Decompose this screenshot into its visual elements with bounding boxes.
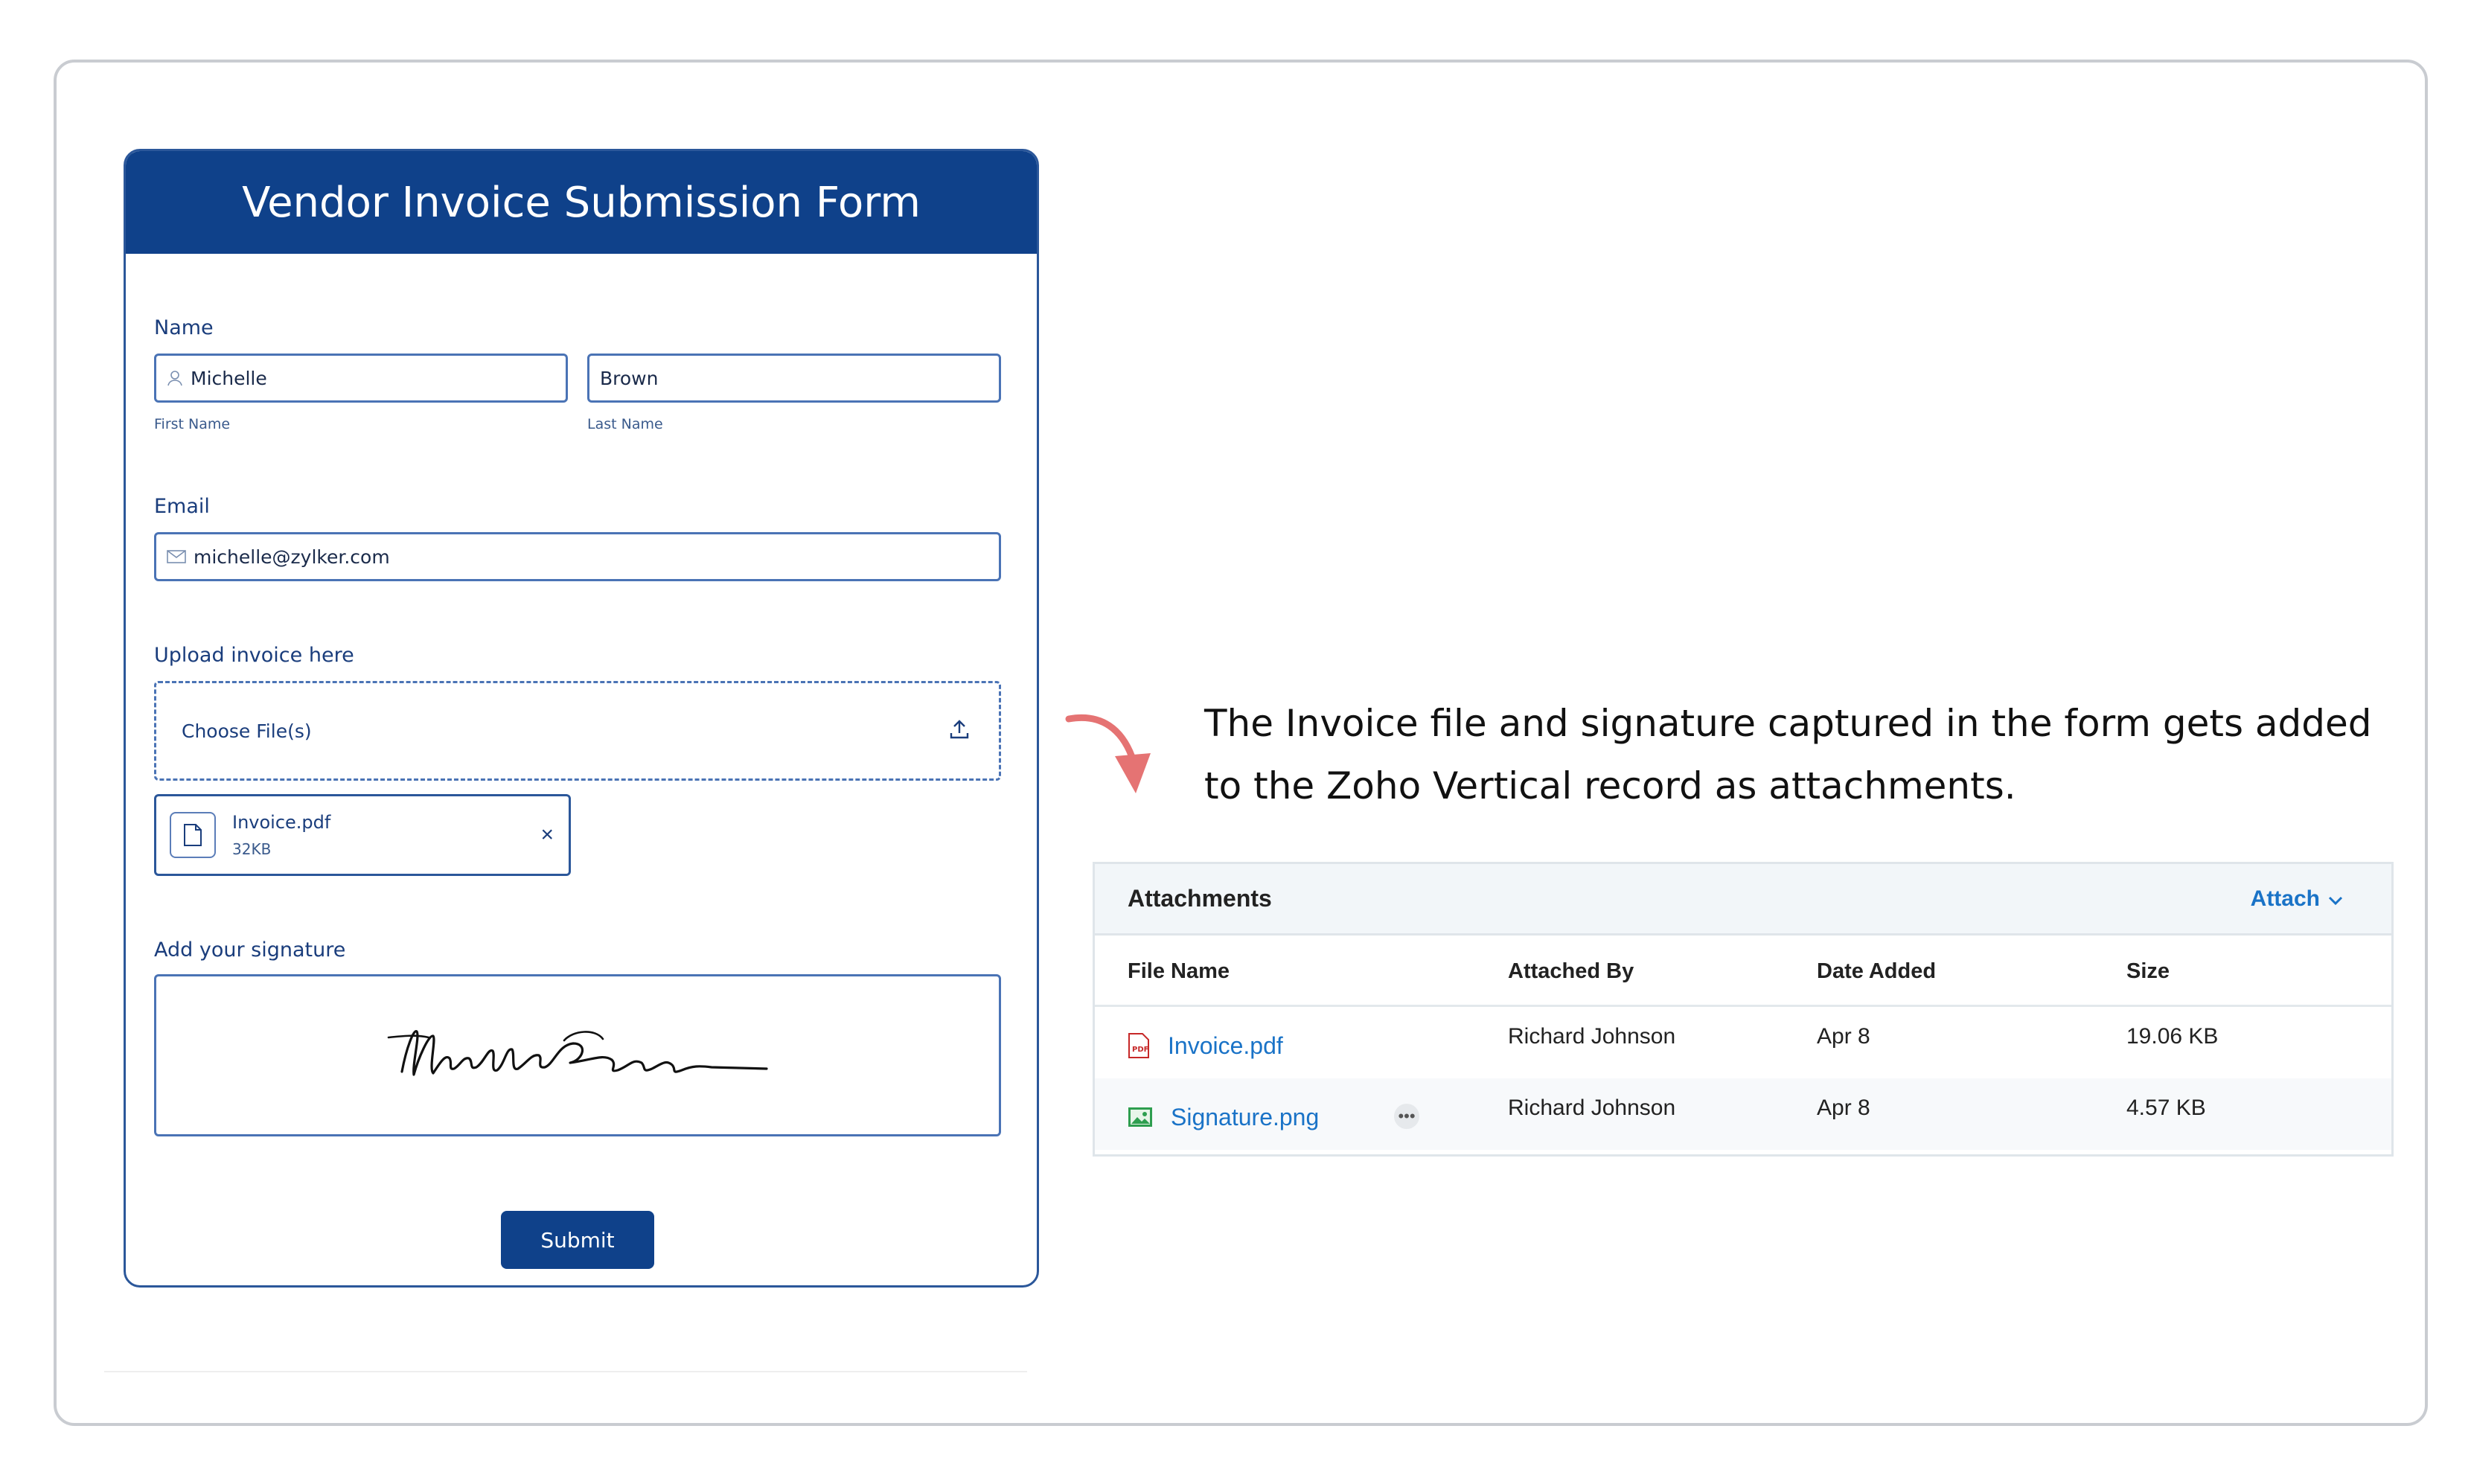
email-label: Email — [154, 495, 210, 518]
date-added: Apr 8 — [1817, 1096, 1870, 1120]
file-link[interactable]: Signature.png — [1171, 1104, 1319, 1131]
curved-arrow-icon — [1065, 714, 1151, 793]
attached-by: Richard Johnson — [1508, 1024, 1676, 1049]
first-name-value: Michelle — [191, 367, 267, 389]
table-row: PDF Invoice.pdf Richard Johnson Apr 8 19… — [1095, 1007, 2391, 1078]
email-input[interactable]: michelle@zylker.com — [154, 532, 1001, 581]
email-value: michelle@zylker.com — [194, 546, 390, 568]
upload-icon — [948, 718, 971, 744]
column-header: File Name — [1128, 959, 1230, 983]
column-header: Size — [2126, 959, 2170, 983]
last-name-input[interactable]: Brown — [587, 354, 1001, 403]
last-name-sublabel: Last Name — [587, 416, 663, 432]
pdf-file-icon: PDF — [1128, 1032, 1150, 1059]
signature-pad[interactable] — [154, 974, 1001, 1136]
attach-button[interactable]: Attach — [2251, 886, 2344, 912]
uploaded-file-name: Invoice.pdf — [232, 812, 331, 833]
column-header: Attached By — [1508, 959, 1634, 983]
file-size: 19.06 KB — [2126, 1024, 2219, 1049]
attachments-header: Attachments Attach — [1095, 864, 2391, 936]
more-options-icon[interactable]: ••• — [1394, 1104, 1419, 1129]
submit-button[interactable]: Submit — [501, 1211, 654, 1269]
chevron-down-icon — [2327, 886, 2344, 912]
file-link[interactable]: Invoice.pdf — [1168, 1032, 1283, 1060]
table-row: Signature.png ••• Richard Johnson Apr 8 … — [1095, 1078, 2391, 1150]
divider — [104, 1371, 1027, 1372]
form-header: Vendor Invoice Submission Form — [126, 151, 1037, 254]
image-file-icon — [1128, 1107, 1153, 1128]
first-name-input[interactable]: Michelle — [154, 354, 568, 403]
caption-text: The Invoice file and signature captured … — [1204, 702, 2372, 807]
document-icon — [170, 812, 216, 858]
file-cell: PDF Invoice.pdf — [1128, 1010, 1283, 1081]
signature-image — [387, 1030, 768, 1076]
first-name-sublabel: First Name — [154, 416, 231, 432]
svg-text:PDF: PDF — [1132, 1046, 1148, 1054]
attached-by: Richard Johnson — [1508, 1096, 1676, 1120]
upload-label: Upload invoice here — [154, 644, 354, 667]
invoice-form: Vendor Invoice Submission Form Name Mich… — [124, 149, 1039, 1288]
mail-icon — [167, 549, 186, 564]
attach-label: Attach — [2250, 886, 2320, 911]
attachments-title: Attachments — [1128, 885, 1272, 912]
uploaded-file-size: 32KB — [232, 840, 272, 858]
name-label: Name — [154, 316, 214, 339]
user-icon — [167, 370, 183, 386]
form-title: Vendor Invoice Submission Form — [242, 178, 921, 227]
signature-label: Add your signature — [154, 938, 346, 962]
last-name-value: Brown — [600, 367, 659, 389]
uploaded-file-card: Invoice.pdf 32KB × — [154, 794, 571, 876]
choose-files-label: Choose File(s) — [182, 720, 312, 742]
table-header-row: File Name Attached By Date Added Size — [1095, 936, 2391, 1007]
remove-file-close-icon[interactable]: × — [540, 822, 554, 848]
attachments-panel: Attachments Attach File Name Attached By… — [1093, 862, 2394, 1157]
column-header: Date Added — [1817, 959, 1937, 983]
date-added: Apr 8 — [1817, 1024, 1870, 1049]
file-cell: Signature.png — [1128, 1081, 1319, 1153]
file-size: 4.57 KB — [2126, 1096, 2206, 1120]
upload-dropzone[interactable]: Choose File(s) — [154, 681, 1001, 781]
